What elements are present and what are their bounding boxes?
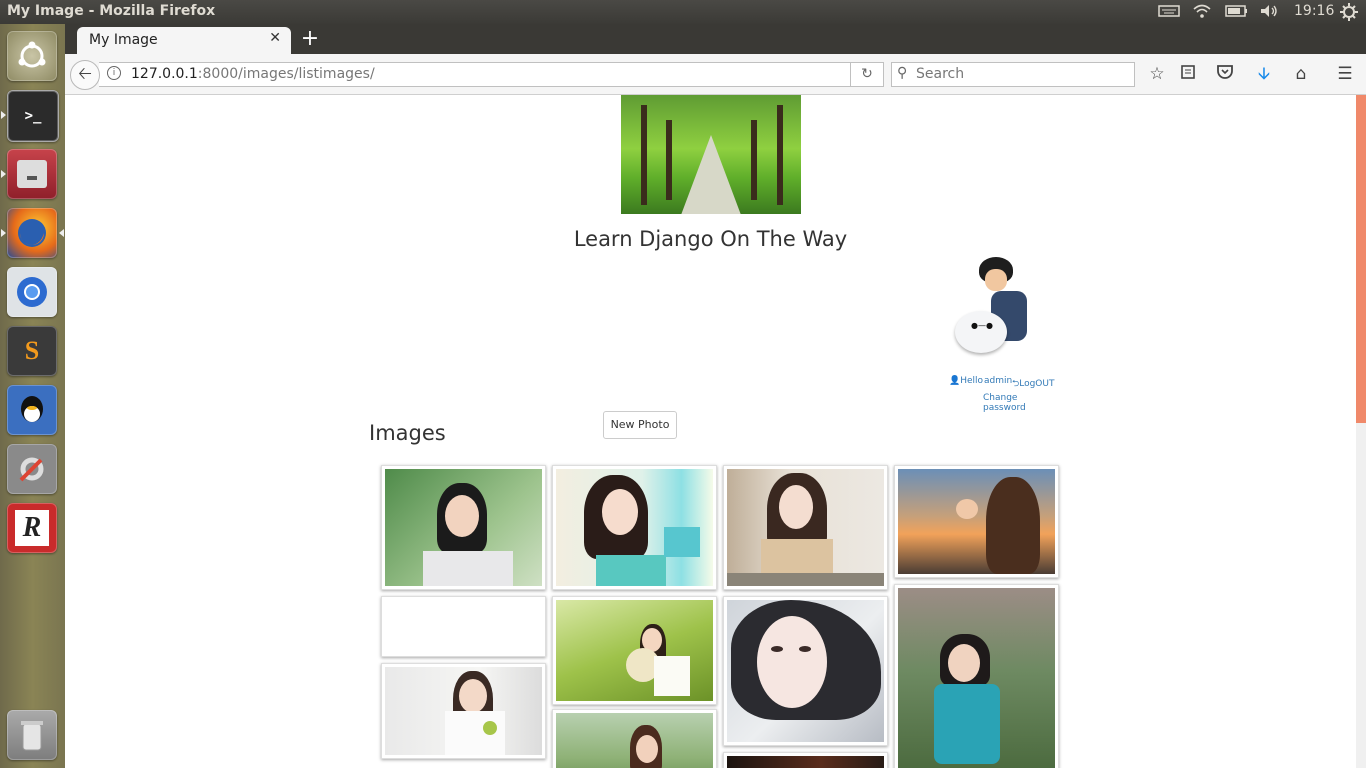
downloads-icon[interactable]: 🡫 [1253, 64, 1275, 84]
image-thumbnail[interactable] [552, 709, 717, 768]
image-thumbnail[interactable] [552, 596, 717, 705]
top-panel: My Image - Mozilla Firefox 19:16 [0, 0, 1366, 24]
url-host: 127.0.0.1 [131, 66, 198, 82]
image-thumbnail[interactable] [723, 596, 888, 746]
r-studio-icon[interactable]: R [7, 503, 57, 553]
reading-list-icon[interactable] [1177, 64, 1199, 84]
back-button[interactable]: 🡠 [70, 60, 100, 90]
active-indicator [59, 229, 64, 237]
ubuntu-dash-icon[interactable] [7, 31, 57, 81]
image-thumbnail[interactable] [894, 584, 1059, 768]
firefox-icon[interactable] [7, 208, 57, 258]
reload-button[interactable]: ↻ [850, 62, 884, 87]
gear-icon[interactable] [1340, 3, 1358, 21]
menu-icon[interactable]: ☰ [1334, 64, 1356, 84]
scrollbar-thumb[interactable] [1356, 95, 1366, 423]
window-title: My Image - Mozilla Firefox [7, 3, 216, 19]
home-icon[interactable]: ⌂ [1290, 64, 1312, 84]
navigation-bar: i 127.0.0.1:8000/images/listimages/ 🡠 ↻ … [65, 54, 1366, 95]
logout-link[interactable]: ⮌LogOUT [1012, 376, 1054, 392]
tab-strip: My Image ✕ + [65, 24, 1366, 54]
username-link[interactable]: admin [984, 376, 1012, 386]
launcher: >_ S R [0, 24, 66, 768]
chromium-icon[interactable] [7, 267, 57, 317]
clock[interactable]: 19:16 [1294, 3, 1334, 21]
url-text[interactable]: 127.0.0.1:8000/images/listimages/ [131, 66, 375, 82]
close-tab-icon[interactable]: ✕ [269, 30, 281, 46]
system-settings-icon[interactable] [7, 444, 57, 494]
image-thumbnail[interactable] [894, 465, 1059, 578]
images-heading: Images [369, 421, 446, 445]
url-path: :8000/images/listimages/ [197, 66, 375, 82]
image-thumbnail[interactable] [381, 465, 546, 590]
site-title: Learn Django On The Way [573, 227, 848, 251]
image-thumbnail[interactable] [723, 465, 888, 590]
url-bar[interactable]: i 127.0.0.1:8000/images/listimages/ [99, 62, 884, 87]
battery-icon[interactable] [1225, 3, 1249, 21]
page-content: Learn Django On The Way ●—● 👤Hello admin… [65, 95, 1356, 768]
site-info-icon[interactable]: i [107, 66, 121, 80]
running-indicator [1, 229, 6, 237]
bookmark-star-icon[interactable]: ☆ [1146, 64, 1168, 84]
search-icon: ⚲ [897, 65, 908, 81]
running-indicator [1, 111, 6, 119]
pocket-icon[interactable] [1214, 64, 1236, 84]
tab-title: My Image [89, 32, 158, 48]
new-photo-button[interactable]: New Photo [603, 411, 677, 439]
page-scrollbar[interactable] [1356, 95, 1366, 768]
site-banner-image [621, 95, 801, 214]
file-cabinet-icon[interactable] [7, 149, 57, 199]
search-input[interactable]: Search [916, 66, 964, 82]
reload-icon: ↻ [861, 66, 873, 82]
user-icon: 👤 [949, 376, 961, 386]
sublime-text-icon[interactable]: S [7, 326, 57, 376]
terminal-icon[interactable]: >_ [7, 90, 59, 142]
user-avatar: ●—● [943, 255, 1035, 362]
tab-my-image[interactable]: My Image ✕ [77, 27, 291, 54]
image-thumbnail[interactable] [552, 465, 717, 590]
back-arrow-icon: 🡠 [78, 64, 92, 84]
running-indicator [1, 170, 6, 178]
wifi-icon[interactable] [1192, 3, 1212, 21]
qq-icon[interactable] [7, 385, 57, 435]
image-thumbnail[interactable] [381, 663, 546, 759]
hello-link[interactable]: 👤Hello [949, 376, 983, 386]
image-thumbnail[interactable] [723, 752, 888, 768]
keyboard-icon[interactable] [1158, 3, 1182, 21]
new-tab-button[interactable]: + [299, 26, 321, 51]
change-password-link[interactable]: Change password [983, 393, 1055, 413]
search-bar[interactable]: ⚲ Search [891, 62, 1135, 87]
volume-icon[interactable] [1259, 3, 1279, 21]
image-thumbnail[interactable] [381, 596, 546, 657]
trash-icon[interactable] [7, 710, 57, 760]
